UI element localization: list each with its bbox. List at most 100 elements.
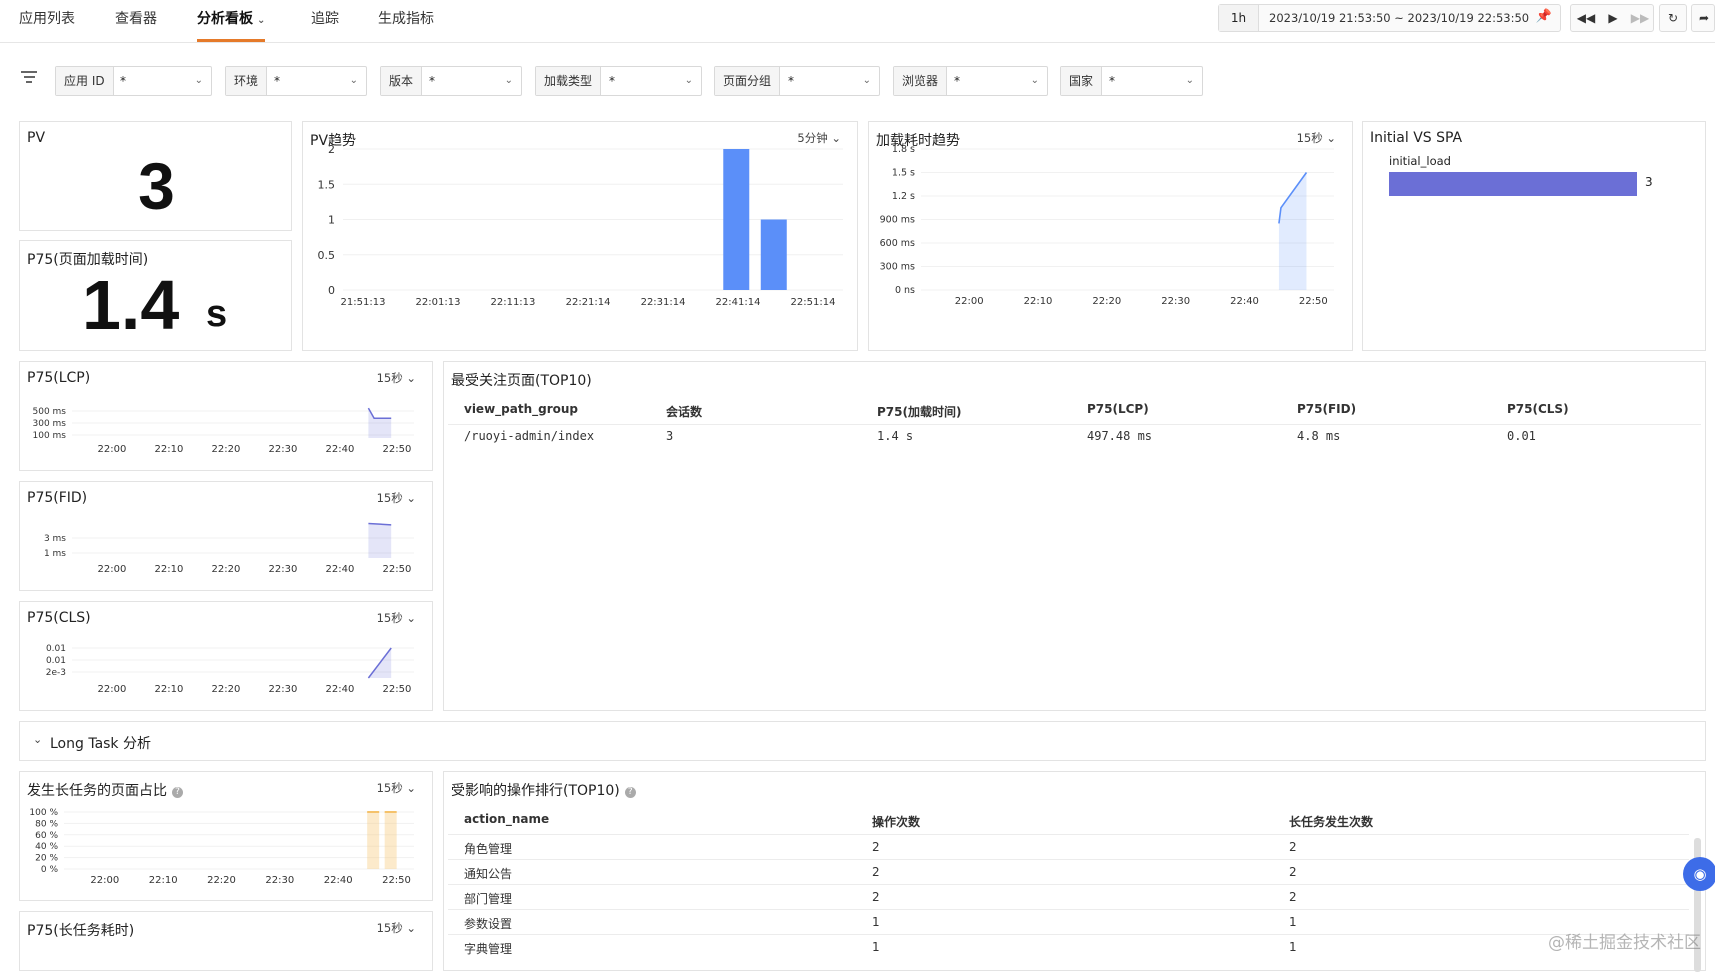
table-cell: 1 bbox=[1289, 915, 1297, 929]
filter-env[interactable]: 环境 * ⌄ bbox=[225, 66, 367, 96]
table-cell: 2 bbox=[872, 840, 880, 854]
col-header[interactable]: view_path_group bbox=[464, 402, 578, 416]
row-divider bbox=[448, 884, 1689, 885]
p75-longtask-panel: P75(长任务耗时) 15秒 ⌄ bbox=[19, 911, 433, 971]
x-tick-label: 22:50 bbox=[382, 444, 411, 455]
filter-app-id[interactable]: 应用 ID * ⌄ bbox=[55, 66, 212, 96]
panel-title: 受影响的操作排行(TOP10)? bbox=[451, 780, 636, 800]
table-cell: 4.8 ms bbox=[1297, 429, 1341, 443]
x-tick-label: 22:10 bbox=[154, 564, 183, 575]
cls-panel: P75(CLS) 15秒 ⌄ 2e-3 0.01 0.01 22:00 22:10 22:… bbox=[19, 601, 433, 711]
y-tick-label: 20 % bbox=[35, 854, 58, 864]
filter-load-type[interactable]: 加载类型 * ⌄ bbox=[535, 66, 702, 96]
col-header[interactable]: P75(加载时间) bbox=[877, 403, 961, 420]
quick-range-button[interactable]: 1h bbox=[1219, 5, 1259, 31]
filter-value: * bbox=[1109, 74, 1115, 88]
help-icon[interactable]: ? bbox=[624, 787, 636, 798]
panel-title: 最受关注页面(TOP10) bbox=[451, 373, 592, 389]
table-cell: 0.01 bbox=[1507, 429, 1536, 443]
p75-load-panel: P75(页面加载时间) 1.4 s bbox=[19, 240, 292, 351]
tab-analysis-board[interactable]: 分析看板 ⌄ bbox=[197, 8, 266, 42]
chevron-down-icon: ⌄ bbox=[684, 75, 693, 86]
x-tick-label: 22:00 bbox=[97, 684, 126, 695]
col-header[interactable]: 操作次数 bbox=[872, 813, 920, 830]
col-header[interactable]: 会话数 bbox=[666, 403, 702, 420]
p75-load-unit: s bbox=[206, 293, 228, 335]
bar-value: 3 bbox=[1645, 175, 1653, 189]
table-cell: 497.48 ms bbox=[1087, 429, 1153, 443]
y-tick-label: 0 % bbox=[41, 865, 59, 875]
tab-viewer[interactable]: 查看器 bbox=[115, 8, 157, 42]
panel-title: PV bbox=[27, 130, 46, 146]
tab-analysis-board-label: 分析看板 bbox=[197, 11, 253, 27]
x-tick-label: 22:50 bbox=[382, 875, 411, 886]
pv-bar bbox=[760, 219, 787, 290]
y-tick-label: 100 % bbox=[29, 808, 58, 818]
col-header[interactable]: P75(CLS) bbox=[1507, 402, 1569, 416]
x-tick-label: 22:00 bbox=[955, 296, 984, 307]
filter-page-group[interactable]: 页面分组 * ⌄ bbox=[714, 66, 880, 96]
y-tick-label: 1.5 s bbox=[892, 168, 915, 179]
load-trend-chart: 0 ns 300 ms 600 ms 900 ms 1.2 s 1.5 s 1.8 s 22:… bbox=[880, 144, 1334, 307]
long-task-section-header[interactable]: ⌄ Long Task 分析 bbox=[19, 721, 1706, 761]
y-tick-label: 300 ms bbox=[33, 419, 67, 429]
filter-icon[interactable] bbox=[20, 68, 38, 86]
refresh-icon: ↻ bbox=[1667, 11, 1679, 25]
col-header[interactable]: P75(FID) bbox=[1297, 402, 1356, 416]
refresh-button[interactable]: ↻ bbox=[1659, 4, 1687, 32]
row-divider bbox=[448, 909, 1689, 910]
x-tick-label: 21:51:13 bbox=[341, 297, 386, 308]
fid-panel: P75(FID) 15秒 ⌄ 1 ms 3 ms 22:00 22:10 22:20 22… bbox=[19, 481, 433, 591]
table-cell: 2 bbox=[872, 865, 880, 879]
play-icon[interactable]: ▶ bbox=[1600, 5, 1626, 31]
filter-value: * bbox=[788, 74, 794, 88]
initial-load-bar bbox=[1389, 172, 1637, 196]
time-range-text[interactable]: 2023/10/19 21:53:50 ~ 2023/10/19 22:53:5… bbox=[1269, 5, 1529, 31]
x-tick-label: 22:10 bbox=[154, 684, 183, 695]
x-tick-label: 22:50 bbox=[382, 564, 411, 575]
y-tick-label: 300 ms bbox=[880, 262, 915, 273]
share-button[interactable]: ➦ bbox=[1691, 4, 1715, 32]
lcp-panel: P75(LCP) 15秒 ⌄ 100 ms 300 ms 500 ms 22:00 22… bbox=[19, 361, 433, 471]
x-tick-label: 22:51:14 bbox=[791, 297, 836, 308]
y-tick-label: 500 ms bbox=[33, 407, 67, 417]
chevron-down-icon: ⌄ bbox=[862, 75, 871, 86]
pin-icon[interactable]: 📌 bbox=[1536, 9, 1552, 24]
col-header[interactable]: action_name bbox=[464, 812, 549, 826]
x-tick-label: 22:30 bbox=[268, 684, 297, 695]
filter-label: 版本 bbox=[381, 67, 423, 95]
x-tick-label: 22:31:14 bbox=[641, 297, 686, 308]
table-cell: 字典管理 bbox=[464, 942, 513, 956]
fast-forward-icon[interactable]: ▶▶ bbox=[1627, 5, 1653, 31]
table-cell: 2 bbox=[872, 890, 880, 904]
tab-app-list[interactable]: 应用列表 bbox=[19, 8, 75, 42]
time-range-picker[interactable]: 1h 2023/10/19 21:53:50 ~ 2023/10/19 22:5… bbox=[1218, 4, 1561, 32]
table-cell: 2 bbox=[1289, 840, 1297, 854]
y-tick-label: 2e-3 bbox=[46, 668, 66, 678]
filter-label: 页面分组 bbox=[715, 67, 781, 95]
filter-label: 应用 ID bbox=[56, 67, 114, 95]
col-header[interactable]: P75(LCP) bbox=[1087, 402, 1149, 416]
filter-label: 环境 bbox=[226, 67, 268, 95]
metric-area bbox=[368, 523, 392, 558]
x-tick-label: 22:10 bbox=[149, 875, 178, 886]
table-cell: 参数设置 bbox=[464, 917, 513, 931]
cls-chart: 2e-3 0.01 0.01 22:00 22:10 22:20 22:30 22:40 22:… bbox=[46, 644, 414, 695]
tab-trace[interactable]: 追踪 bbox=[311, 8, 339, 42]
filter-country[interactable]: 国家 * ⌄ bbox=[1060, 66, 1203, 96]
row-divider bbox=[448, 859, 1689, 860]
pv-panel: PV 3 bbox=[19, 121, 292, 231]
chevron-down-icon: ⌄ bbox=[257, 15, 266, 26]
table-cell: 部门管理 bbox=[464, 892, 513, 906]
col-header[interactable]: 长任务发生次数 bbox=[1289, 813, 1373, 830]
filter-browser[interactable]: 浏览器 * ⌄ bbox=[893, 66, 1048, 96]
rewind-icon[interactable]: ◀◀ bbox=[1573, 5, 1599, 31]
filter-label: 国家 bbox=[1061, 67, 1103, 95]
x-tick-label: 22:30 bbox=[268, 564, 297, 575]
x-tick-label: 22:20 bbox=[207, 875, 236, 886]
camera-icon[interactable]: ◉ bbox=[1683, 857, 1715, 891]
interval-select[interactable]: 15秒 ⌄ bbox=[377, 920, 416, 936]
tab-generate-metrics[interactable]: 生成指标 bbox=[378, 8, 434, 42]
playback-controls: ◀◀ ▶ ▶▶ bbox=[1570, 4, 1654, 32]
filter-version[interactable]: 版本 * ⌄ bbox=[380, 66, 522, 96]
